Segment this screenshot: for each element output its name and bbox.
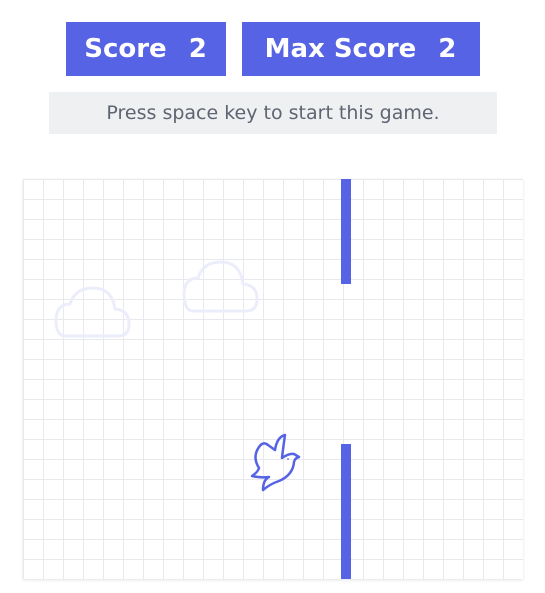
bottom-pipe [341, 444, 351, 579]
cloud-icon [182, 260, 259, 313]
board-art [54, 260, 301, 492]
score-panel: Score 2 [65, 22, 226, 76]
cloud-icon [54, 286, 131, 338]
score-value: 2 [188, 34, 207, 64]
top-pipe [341, 179, 351, 284]
max-score-label: Max Score [264, 34, 417, 64]
game-board[interactable] [23, 179, 523, 579]
score-label: Score [84, 34, 167, 64]
max-score-panel: Max Score 2 [241, 22, 480, 76]
bird-icon [250, 433, 301, 492]
game-page: Score 2 Max Score 2 Press space key to s… [0, 0, 545, 593]
start-hint: Press space key to start this game. [49, 92, 497, 134]
score-bar: Score 2 Max Score 2 [0, 22, 545, 76]
max-score-value: 2 [438, 34, 457, 64]
